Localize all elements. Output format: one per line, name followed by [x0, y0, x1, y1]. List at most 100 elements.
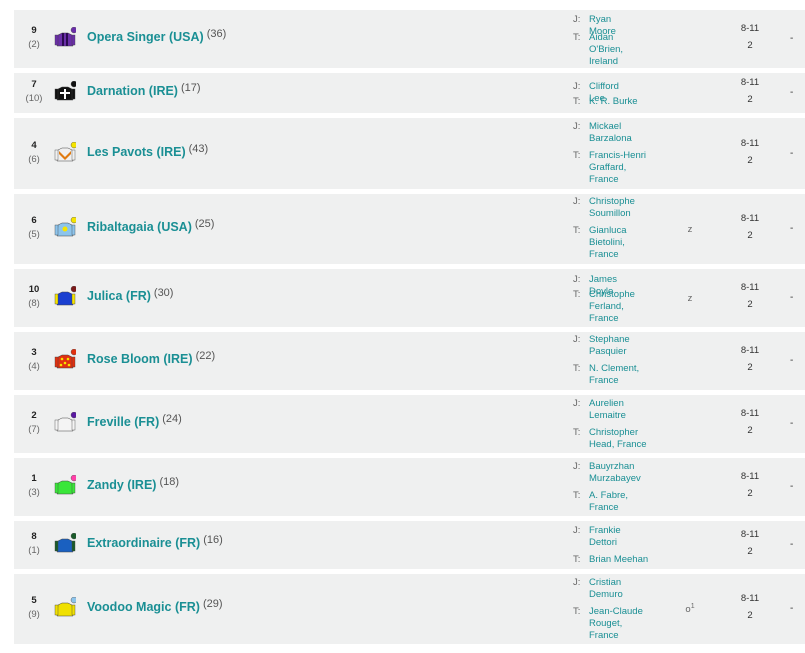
runner-row[interactable]: 3 (4) Rose Bloom (IRE) (22) J: Stephane P… — [14, 332, 805, 390]
trainer-name-link[interactable]: K. R. Burke — [589, 96, 649, 108]
stall-draw: (8) — [28, 298, 40, 309]
jockey-name-link[interactable]: Bauyrzhan Murzabayev — [589, 461, 641, 485]
odds-placeholder: - — [790, 147, 794, 159]
weight: 8-11 2 — [734, 468, 766, 502]
jockey-silks-icon — [54, 216, 78, 239]
trainer-name-link[interactable]: Jean-Claude Rouget, France — [589, 606, 649, 641]
jockey-silks-icon — [54, 26, 78, 49]
horse-name-link[interactable]: Freville (FR) (24) — [87, 413, 182, 429]
weight-lb: 2 — [747, 230, 753, 241]
horse-name[interactable]: Les Pavots (IRE) — [87, 145, 186, 159]
horse-name[interactable]: Extraordinaire (FR) — [87, 536, 200, 550]
horse-name-link[interactable]: Les Pavots (IRE) (43) — [87, 143, 208, 159]
horse-name-link[interactable]: Zandy (IRE) (18) — [87, 476, 180, 492]
runner-row[interactable]: 2 (7) Freville (FR) (24) J: Aurelien Lema… — [14, 395, 805, 453]
runner-row[interactable]: 10 (8) Julica (FR) (30) J: James Doyle T:… — [14, 269, 805, 327]
stall-draw: (10) — [25, 93, 43, 104]
runner-row[interactable]: 4 (6) Les Pavots (IRE) (43) J: Mickael Ba… — [14, 118, 805, 189]
trainer-name-link[interactable]: A. Fabre, France — [589, 490, 649, 514]
trainer-block: T: Jean-Claude Rouget, France — [573, 606, 673, 641]
trainer-name-link[interactable]: Francis-Henri Graffard, France — [589, 150, 649, 185]
jockey-silks-icon — [54, 141, 78, 164]
runner-row[interactable]: 9 (2) Opera Singer (USA) (36) J: Ryan Moo… — [14, 10, 805, 68]
horse-name-link[interactable]: Julica (FR) (30) — [87, 287, 173, 303]
weight: 8-11 2 — [734, 590, 766, 624]
headgear-code: z — [687, 293, 693, 305]
stall-draw: (2) — [28, 39, 40, 50]
runner-row[interactable]: 6 (5) Ribaltagaia (USA) (25) J: Christoph… — [14, 194, 805, 264]
weight: 8-11 2 — [734, 405, 766, 439]
weight-st: 8-11 — [740, 529, 760, 540]
weight: 8-11 2 — [734, 210, 766, 244]
jockey-block: J: Frankie Dettori — [573, 525, 673, 549]
trainer-label: T: — [573, 225, 581, 236]
stall-draw: (7) — [28, 424, 40, 435]
jockey-label: J: — [573, 121, 581, 132]
runner-row[interactable]: 1 (3) Zandy (IRE) (18) J: Bauyrzhan Murza… — [14, 458, 805, 516]
trainer-label: T: — [573, 490, 581, 501]
trainer-name-link[interactable]: Christophe Ferland, France — [589, 289, 649, 324]
headgear-code: z — [687, 224, 693, 236]
horse-name-link[interactable]: Extraordinaire (FR) (16) — [87, 534, 223, 550]
trainer-block: T: Christopher Head, France — [573, 427, 673, 451]
horse-name[interactable]: Freville (FR) — [87, 415, 159, 429]
jockey-label: J: — [573, 577, 581, 588]
horse-name[interactable]: Zandy (IRE) — [87, 478, 156, 492]
horse-name[interactable]: Opera Singer (USA) — [87, 30, 204, 44]
horse-name-link[interactable]: Rose Bloom (IRE) (22) — [87, 350, 216, 366]
horse-name-link[interactable]: Opera Singer (USA) (36) — [87, 28, 226, 44]
weight-st: 8-11 — [740, 408, 760, 419]
jockey-name-link[interactable]: Cristian Demuro — [589, 577, 637, 601]
runner-row[interactable]: 5 (9) Voodoo Magic (FR) (29) J: Cristian … — [14, 574, 805, 644]
headgear: o1 — [680, 603, 700, 615]
jockey-name-link[interactable]: Frankie Dettori — [589, 525, 637, 549]
horse-name[interactable]: Voodoo Magic (FR) — [87, 600, 200, 614]
trainer-name-link[interactable]: N. Clement, France — [589, 363, 649, 387]
odds-placeholder: - — [790, 355, 794, 366]
horse-name-link[interactable]: Ribaltagaia (USA) (25) — [87, 218, 215, 234]
weight: 8-11 2 — [734, 526, 766, 560]
trainer-name-link[interactable]: Brian Meehan — [589, 554, 649, 566]
days-since-run: (25) — [194, 218, 215, 230]
jockey-label: J: — [573, 274, 581, 285]
weight: 8-11 2 — [734, 135, 766, 169]
weight-lb: 2 — [747, 94, 753, 105]
trainer-name-link[interactable]: Christopher Head, France — [589, 427, 649, 451]
weight-st: 8-11 — [740, 345, 760, 356]
stall-draw: (3) — [28, 487, 40, 498]
days-since-run: (18) — [159, 476, 180, 488]
jockey-name-link[interactable]: Mickael Barzalona — [589, 121, 637, 145]
trainer-block: T: Francis-Henri Graffard, France — [573, 150, 673, 185]
trainer-block: T: A. Fabre, France — [573, 490, 673, 514]
trainer-name-link[interactable]: Gianluca Bietolini, France — [589, 225, 649, 260]
runner-number: 1 — [31, 473, 37, 484]
runner-row[interactable]: 8 (1) Extraordinaire (FR) (16) J: Frankie… — [14, 521, 805, 569]
trainer-name-link[interactable]: Aidan O'Brien, Ireland — [589, 32, 649, 67]
weight-lb: 2 — [747, 546, 753, 557]
horse-name[interactable]: Darnation (IRE) — [87, 84, 178, 98]
trainer-block: T: Christophe Ferland, France — [573, 289, 673, 324]
horse-name[interactable]: Julica (FR) — [87, 289, 151, 303]
weight-lb: 2 — [747, 362, 753, 373]
days-since-run: (22) — [195, 350, 216, 362]
jockey-silks-icon — [54, 348, 78, 371]
horse-name-link[interactable]: Voodoo Magic (FR) (29) — [87, 598, 223, 614]
horse-name[interactable]: Ribaltagaia (USA) — [87, 220, 192, 234]
jockey-label: J: — [573, 461, 581, 472]
horse-name[interactable]: Rose Bloom (IRE) — [87, 352, 193, 366]
weight: 8-11 2 — [734, 279, 766, 313]
weight-st: 8-11 — [740, 593, 760, 604]
jockey-name-link[interactable]: Christophe Soumillon — [589, 196, 637, 220]
stall-draw: (5) — [28, 229, 40, 240]
runner-number: 3 — [31, 347, 37, 358]
weight-st: 8-11 — [740, 471, 760, 482]
runner-number: 8 — [31, 531, 37, 542]
runner-row[interactable]: 7 (10) Darnation (IRE) (17) J: Clifford L… — [14, 73, 805, 113]
jockey-silks-icon — [54, 285, 78, 308]
jockey-silks-icon — [54, 596, 78, 619]
jockey-name-link[interactable]: Aurelien Lemaitre — [589, 398, 637, 422]
jockey-name-link[interactable]: Stephane Pasquier — [589, 334, 637, 358]
horse-name-link[interactable]: Darnation (IRE) (17) — [87, 82, 201, 98]
weight-lb: 2 — [747, 425, 753, 436]
trainer-block: T: N. Clement, France — [573, 363, 673, 387]
